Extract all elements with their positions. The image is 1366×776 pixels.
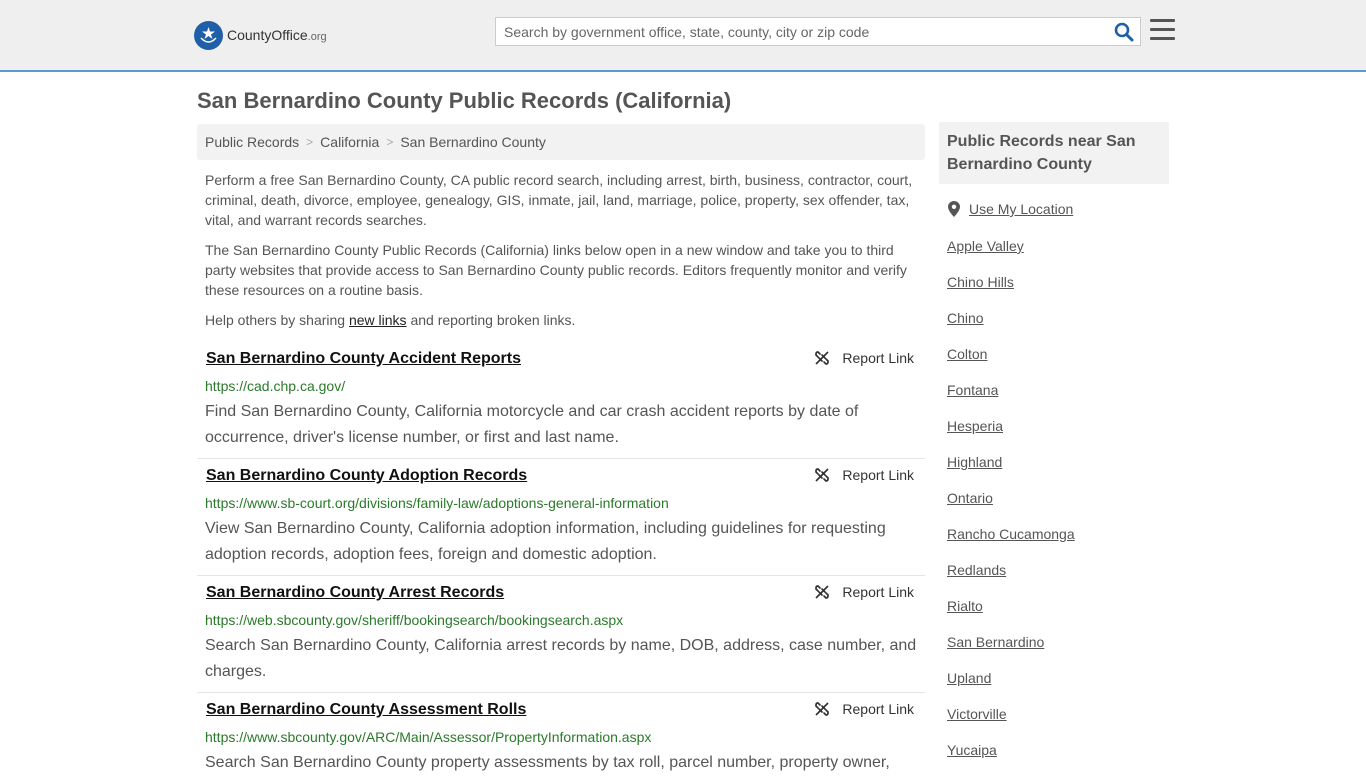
report-link-button[interactable]: Report Link xyxy=(814,584,914,600)
city-link-chino[interactable]: Chino xyxy=(947,310,984,326)
logo-text: CountyOffice.org xyxy=(227,27,327,43)
search-bar xyxy=(495,17,1141,46)
hamburger-menu-icon[interactable] xyxy=(1150,19,1175,41)
city-link-apple-valley[interactable]: Apple Valley xyxy=(947,238,1024,254)
search-icon[interactable] xyxy=(1114,22,1134,42)
search-input[interactable] xyxy=(496,18,1096,45)
city-link-rialto[interactable]: Rialto xyxy=(947,598,983,614)
broken-link-icon xyxy=(815,702,830,716)
disclaimer-paragraph: The San Bernardino County Public Records… xyxy=(205,242,907,298)
record-url: https://www.sbcounty.gov/ARC/Main/Assess… xyxy=(205,729,652,745)
logo-main: CountyOffice xyxy=(227,27,308,43)
breadcrumb: Public Records > California > San Bernar… xyxy=(197,124,925,160)
share-text-after: and reporting broken links. xyxy=(406,312,576,328)
city-link-chino-hills[interactable]: Chino Hills xyxy=(947,274,1014,290)
record-item: San Bernardino County Arrest Records Rep… xyxy=(197,576,925,693)
record-title-link[interactable]: San Bernardino County Assessment Rolls xyxy=(206,701,526,719)
record-url: https://cad.chp.ca.gov/ xyxy=(205,378,346,394)
record-url: https://web.sbcounty.gov/sheriff/booking… xyxy=(205,612,624,628)
city-link-yucaipa[interactable]: Yucaipa xyxy=(947,742,997,758)
record-url: https://www.sb-court.org/divisions/famil… xyxy=(205,495,669,511)
share-text-before: Help others by sharing xyxy=(205,312,349,328)
logo-suffix: .org xyxy=(307,31,327,43)
new-links-link[interactable]: new links xyxy=(349,312,407,328)
city-link-upland[interactable]: Upland xyxy=(947,670,991,686)
city-link-ontario[interactable]: Ontario xyxy=(947,490,993,506)
menu-bar-bottom xyxy=(1150,37,1175,40)
city-link-hesperia[interactable]: Hesperia xyxy=(947,418,1003,434)
menu-bar-top xyxy=(1150,19,1175,22)
record-title-link[interactable]: San Bernardino County Arrest Records xyxy=(206,584,504,602)
city-link-rancho-cucamonga[interactable]: Rancho Cucamonga xyxy=(947,526,1075,542)
record-description: Search San Bernardino County property as… xyxy=(205,754,890,771)
city-link-redlands[interactable]: Redlands xyxy=(947,562,1006,578)
menu-bar-middle xyxy=(1150,28,1175,31)
use-location: Use My Location xyxy=(948,201,1073,217)
record-item: San Bernardino County Assessment Rolls R… xyxy=(197,693,925,771)
breadcrumb-separator: > xyxy=(386,135,394,149)
sidebar-heading: Public Records near San Bernardino Count… xyxy=(939,122,1169,184)
report-link-button[interactable]: Report Link xyxy=(814,467,914,483)
breadcrumb-public-records[interactable]: Public Records xyxy=(205,134,299,150)
use-my-location-link[interactable]: Use My Location xyxy=(969,201,1073,217)
record-item: San Bernardino County Accident Reports R… xyxy=(197,342,925,459)
site-header: CountyOffice.org xyxy=(0,0,1366,72)
logo-seal-icon xyxy=(194,20,223,50)
record-description: Search San Bernardino County, California… xyxy=(205,637,917,680)
city-link-fontana[interactable]: Fontana xyxy=(947,382,998,398)
report-link-button[interactable]: Report Link xyxy=(814,701,914,717)
site-logo[interactable]: CountyOffice.org xyxy=(194,20,327,50)
record-description: View San Bernardino County, California a… xyxy=(205,520,886,563)
breadcrumb-separator: > xyxy=(306,135,314,149)
breadcrumb-california[interactable]: California xyxy=(320,134,379,150)
report-link-label: Report Link xyxy=(842,350,914,366)
city-link-san-bernardino[interactable]: San Bernardino xyxy=(947,634,1044,650)
page-title: San Bernardino County Public Records (Ca… xyxy=(197,88,732,113)
broken-link-icon xyxy=(815,585,830,599)
intro-paragraph: Perform a free San Bernardino County, CA… xyxy=(205,172,913,228)
report-link-button[interactable]: Report Link xyxy=(814,350,914,366)
city-link-highland[interactable]: Highland xyxy=(947,454,1002,470)
share-paragraph: Help others by sharing new links and rep… xyxy=(205,310,921,330)
map-pin-icon xyxy=(948,201,960,217)
record-title-link[interactable]: San Bernardino County Accident Reports xyxy=(206,350,521,368)
report-link-label: Report Link xyxy=(842,467,914,483)
city-link-victorville[interactable]: Victorville xyxy=(947,706,1007,722)
record-item: San Bernardino County Adoption Records R… xyxy=(197,459,925,576)
record-title-link[interactable]: San Bernardino County Adoption Records xyxy=(206,467,527,485)
city-link-colton[interactable]: Colton xyxy=(947,346,987,362)
broken-link-icon xyxy=(815,468,830,482)
breadcrumb-current: San Bernardino County xyxy=(400,134,546,150)
broken-link-icon xyxy=(815,351,830,365)
report-link-label: Report Link xyxy=(842,584,914,600)
report-link-label: Report Link xyxy=(842,701,914,717)
record-description: Find San Bernardino County, California m… xyxy=(205,403,859,446)
